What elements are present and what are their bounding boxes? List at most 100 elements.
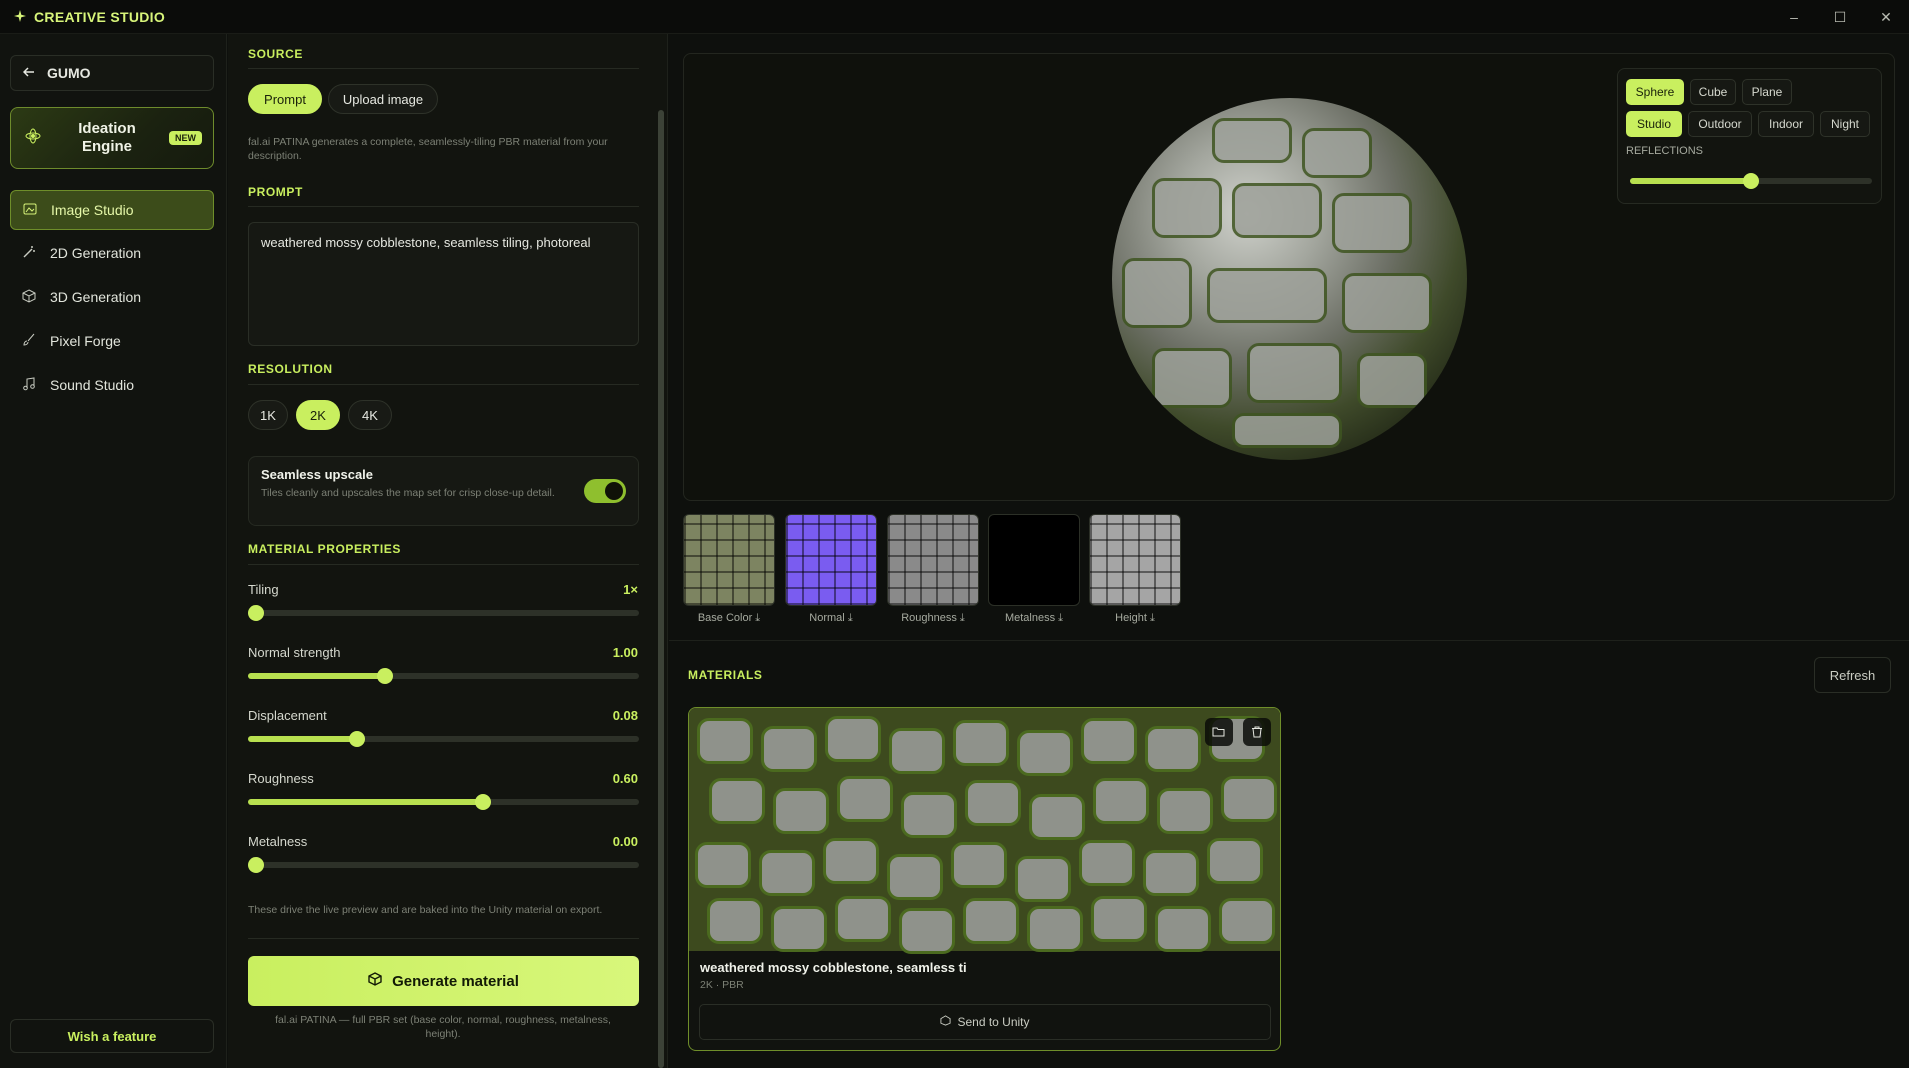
material-name: weathered mossy cobblestone, seamless ti	[700, 960, 967, 975]
map-label-base-color[interactable]: Base Color ⤓	[683, 612, 775, 625]
normal-strength-value: 1.00	[612, 645, 638, 660]
metalness-slider[interactable]	[248, 857, 639, 873]
divider	[248, 384, 639, 385]
sidebar-item-2d-generation[interactable]: 2D Generation	[10, 233, 214, 273]
window-controls: – ☐ ✕	[1771, 0, 1909, 34]
resolution-2k[interactable]: 2K	[296, 400, 340, 430]
footer-note: fal.ai PATINA — full PBR set (base color…	[275, 1014, 611, 1040]
trash-icon[interactable]	[1243, 718, 1271, 746]
displacement-slider[interactable]	[248, 731, 639, 747]
ideation-engine-button[interactable]: Ideation Engine NEW	[10, 107, 214, 169]
material-note: These drive the live preview and are bak…	[248, 904, 603, 916]
seamless-description: Tiles cleanly and upscales the map set f…	[261, 487, 555, 499]
map-label-height[interactable]: Height ⤓	[1089, 612, 1181, 625]
maximize-icon[interactable]: ☐	[1817, 0, 1863, 34]
slider-fill	[248, 736, 358, 742]
prompt-input[interactable]: weathered mossy cobblestone, seamless ti…	[248, 222, 639, 346]
divider	[248, 206, 639, 207]
prompt-title: PROMPT	[248, 185, 303, 199]
map-label-metalness[interactable]: Metalness ⤓	[988, 612, 1080, 625]
normal-strength-label: Normal strength	[248, 645, 341, 660]
sidebar-item-label: Image Studio	[51, 202, 134, 218]
slider-thumb[interactable]	[474, 794, 491, 810]
tiling-value: 1×	[623, 582, 638, 597]
normal-strength-slider[interactable]	[248, 668, 639, 684]
wish-feature-button[interactable]: Wish a feature	[10, 1019, 214, 1053]
sidebar-item-label: Sound Studio	[50, 377, 135, 393]
sidebar-item-sound-studio[interactable]: Sound Studio	[10, 365, 214, 405]
panel-scrollbar[interactable]	[658, 110, 664, 1068]
shape-cube[interactable]: Cube	[1690, 79, 1736, 105]
roughness-slider[interactable]	[248, 794, 639, 810]
sidebar: GUMO Ideation Engine NEW Image Studio 2D…	[0, 34, 227, 1068]
light-studio[interactable]: Studio	[1626, 111, 1682, 137]
seamless-toggle[interactable]	[584, 479, 626, 503]
reflections-label: REFLECTIONS	[1626, 145, 1704, 157]
slider-thumb[interactable]	[248, 605, 264, 621]
divider	[248, 68, 639, 69]
roughness-value: 0.60	[612, 771, 638, 786]
close-icon[interactable]: ✕	[1863, 0, 1909, 34]
map-roughness[interactable]	[887, 514, 979, 606]
shape-plane[interactable]: Plane	[1742, 79, 1792, 105]
refresh-button[interactable]: Refresh	[1814, 657, 1891, 693]
sidebar-item-3d-generation[interactable]: 3D Generation	[10, 277, 214, 317]
map-base-color[interactable]	[683, 514, 775, 606]
material-thumbnail[interactable]	[689, 708, 1280, 954]
source-title: SOURCE	[248, 47, 303, 61]
magic-wand-icon	[22, 245, 36, 262]
cube-icon	[368, 972, 382, 990]
minimize-icon[interactable]: –	[1771, 0, 1817, 34]
metalness-label: Metalness	[248, 834, 308, 849]
divider	[248, 938, 639, 939]
sidebar-item-label: 2D Generation	[50, 245, 142, 261]
slider-thumb[interactable]	[1743, 173, 1759, 189]
download-icon: ⤓	[1149, 612, 1155, 624]
tiling-slider[interactable]	[248, 605, 639, 621]
resolution-1k[interactable]: 1K	[248, 400, 288, 430]
map-normal[interactable]	[785, 514, 877, 606]
cube-icon	[22, 288, 36, 306]
map-height[interactable]	[1089, 514, 1181, 606]
download-icon: ⤓	[1058, 612, 1064, 624]
download-icon: ⤓	[959, 612, 965, 624]
preview-sphere	[1112, 98, 1467, 460]
sidebar-item-image-studio[interactable]: Image Studio	[10, 190, 214, 230]
atom-icon	[25, 128, 41, 149]
material-preview-viewport[interactable]: Sphere Cube Plane Studio Outdoor Indoor …	[683, 53, 1895, 501]
light-night[interactable]: Night	[1820, 111, 1870, 137]
displacement-label: Displacement	[248, 708, 327, 723]
tab-prompt[interactable]: Prompt	[248, 84, 322, 114]
slider-thumb[interactable]	[349, 731, 366, 747]
resolution-4k[interactable]: 4K	[348, 400, 392, 430]
map-metalness[interactable]	[988, 514, 1080, 606]
reflections-slider[interactable]	[1630, 173, 1872, 189]
download-icon: ⤓	[755, 612, 761, 624]
slider-thumb[interactable]	[248, 857, 264, 873]
new-badge: NEW	[169, 131, 202, 145]
preview-controls: Sphere Cube Plane Studio Outdoor Indoor …	[1617, 68, 1882, 204]
folder-open-icon[interactable]	[1205, 718, 1233, 746]
metalness-value: 0.00	[612, 834, 638, 849]
map-label-normal[interactable]: Normal ⤓	[785, 612, 877, 625]
source-description: fal.ai PATINA generates a complete, seam…	[248, 136, 608, 162]
light-indoor[interactable]: Indoor	[1758, 111, 1814, 137]
back-button[interactable]: GUMO	[10, 55, 214, 91]
sidebar-item-pixel-forge[interactable]: Pixel Forge	[10, 321, 214, 361]
tab-upload-image[interactable]: Upload image	[328, 84, 438, 114]
material-card[interactable]: weathered mossy cobblestone, seamless ti…	[688, 707, 1281, 1051]
map-label-roughness[interactable]: Roughness ⤓	[887, 612, 979, 625]
seamless-upscale-card: Seamless upscale Tiles cleanly and upsca…	[248, 456, 639, 526]
slider-thumb[interactable]	[376, 668, 393, 684]
send-to-unity-button[interactable]: Send to Unity	[699, 1004, 1271, 1040]
shape-sphere[interactable]: Sphere	[1626, 79, 1684, 105]
slider-fill	[1630, 178, 1751, 184]
unity-icon	[940, 1015, 952, 1029]
tiling-label: Tiling	[248, 582, 279, 597]
sidebar-item-label: Pixel Forge	[50, 333, 121, 349]
image-icon	[23, 202, 37, 219]
ideation-label: Ideation Engine	[78, 120, 136, 155]
app-title: CREATIVE STUDIO	[34, 8, 166, 25]
light-outdoor[interactable]: Outdoor	[1688, 111, 1752, 137]
generate-material-button[interactable]: Generate material	[248, 956, 639, 1006]
